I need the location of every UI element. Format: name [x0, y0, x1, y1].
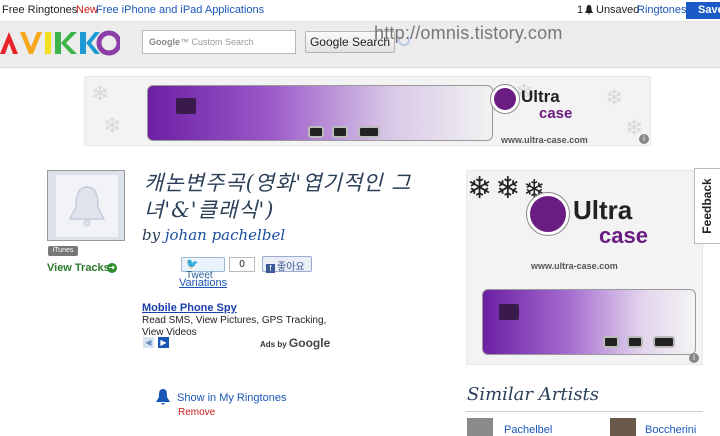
song-title: 캐논변주곡(영화'엽기적인 그녀'&'클래식')	[144, 171, 412, 222]
album-art[interactable]	[47, 170, 125, 241]
text-ad: Mobile Phone Spy Read SMS, View Pictures…	[142, 302, 328, 339]
bell-placeholder-icon	[68, 186, 106, 227]
itunes-badge[interactable]: iTunes	[48, 246, 78, 256]
twitter-bird-icon: 🐦	[186, 259, 199, 270]
ad-url: www.ultra-case.com	[501, 135, 588, 145]
snowflake-icon: ❄	[605, 85, 624, 110]
side-ad[interactable]: ❄ ❄ ❄ Ultra case www.ultra-case.com i	[466, 170, 703, 365]
search-placeholder: Custom Search	[191, 37, 254, 47]
avikko-logo[interactable]	[0, 30, 120, 56]
similar-artists-heading: Similar Artists	[467, 384, 600, 405]
text-ad-title[interactable]: Mobile Phone Spy	[142, 302, 328, 314]
ringtones-link[interactable]: Ringtones	[637, 4, 687, 16]
custom-search-input[interactable]: Google™ Custom Search	[142, 30, 296, 54]
ads-by-label: Ads by	[260, 340, 287, 349]
top-bar: Free Ringtones New Free iPhone and iPad …	[0, 0, 720, 22]
next-ad-icon[interactable]: ▶	[158, 337, 169, 348]
banner-ad[interactable]: ❄ ❄ ❄ ❄ ❄ Ultra case www.ultra-case.com …	[84, 76, 651, 146]
feedback-label: Feedback	[700, 178, 714, 234]
google-label: Google	[288, 336, 331, 350]
snowflake-icon: ❄	[495, 172, 521, 205]
tweet-button[interactable]: 🐦 Tweet	[181, 257, 225, 281]
facebook-like-button[interactable]: f 좋아요	[262, 256, 312, 273]
arrow-right-icon[interactable]: ➜	[107, 263, 117, 273]
snowflake-icon: ❄	[467, 172, 493, 205]
unsaved-count: 1	[577, 4, 584, 16]
artist-avatar[interactable]	[610, 418, 636, 436]
divider	[466, 411, 703, 412]
show-in-my-ringtones-link[interactable]: Show in My Ringtones	[177, 392, 286, 404]
free-apps-link[interactable]: Free iPhone and iPad Applications	[96, 4, 264, 16]
brand-main: Ultra	[573, 195, 633, 225]
unsaved-label: Unsaved	[596, 4, 640, 16]
prev-ad-icon[interactable]: ◀	[143, 337, 154, 348]
ad-info-icon[interactable]: i	[639, 134, 649, 144]
brand-sub: case	[539, 105, 573, 122]
free-ringtones-link[interactable]: Free Ringtones	[2, 4, 77, 16]
ad-info-icon[interactable]: i	[689, 353, 699, 363]
artist-byline: by johan pachelbel	[142, 226, 285, 244]
new-label: New	[76, 4, 99, 16]
feedback-tab[interactable]: Feedback	[694, 168, 720, 244]
artist-avatar[interactable]	[467, 418, 493, 436]
snowflake-icon: ❄	[91, 81, 110, 106]
bell-icon	[585, 5, 593, 15]
ultra-case-logo: Ultra case	[527, 189, 657, 259]
artist-link[interactable]: johan pachelbel	[165, 226, 285, 244]
save-button[interactable]: Save	[686, 2, 720, 19]
ultra-case-logo: Ultra case	[489, 83, 573, 129]
bell-icon	[156, 389, 170, 405]
snowflake-icon: ❄	[103, 113, 122, 138]
view-tracks-link[interactable]: View Tracks	[47, 262, 110, 274]
brand-sub: case	[599, 223, 648, 248]
phone-case-image	[147, 85, 493, 141]
ads-by-google[interactable]: Ads by Google	[260, 336, 330, 350]
tweet-count: 0	[229, 257, 255, 272]
watermark-url: http://omnis.tistory.com	[374, 23, 563, 43]
phone-case-image	[482, 289, 696, 355]
remove-link[interactable]: Remove	[178, 407, 215, 418]
similar-artist-link[interactable]: Pachelbel	[504, 424, 552, 436]
by-label: by	[142, 226, 161, 244]
facebook-icon: f	[266, 264, 275, 273]
header: Google™ Custom Search Google Search http…	[0, 22, 720, 68]
variations-link[interactable]: Variations	[179, 277, 227, 289]
fb-label: 좋아요	[277, 262, 305, 273]
similar-artist-link[interactable]: Boccherini	[645, 424, 696, 436]
brand-main: Ultra	[521, 87, 560, 106]
ad-url: www.ultra-case.com	[531, 261, 618, 271]
